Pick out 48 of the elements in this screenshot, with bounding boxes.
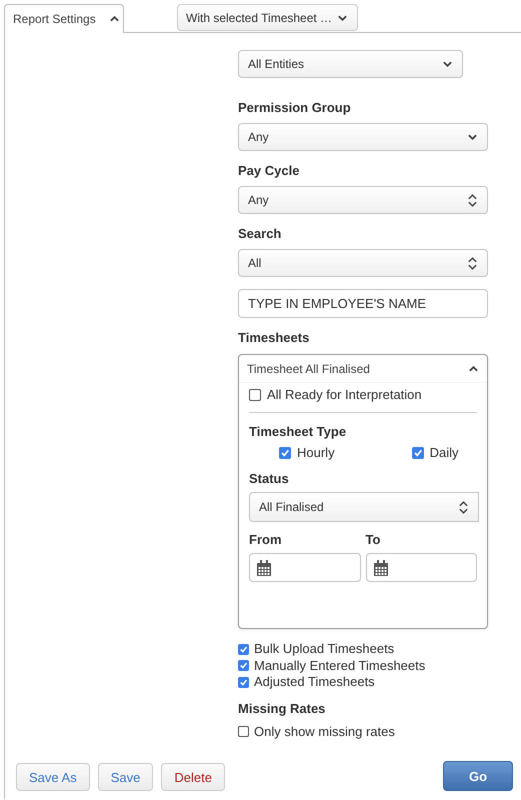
field-label: Missing Rates <box>238 700 326 716</box>
chevron-down-icon <box>443 61 452 67</box>
select-field[interactable]: All <box>238 249 488 277</box>
go-button[interactable]: Go <box>443 761 513 791</box>
checkbox[interactable] <box>238 676 249 688</box>
actions-dropdown[interactable]: With selected Timesheet … <box>177 4 358 31</box>
chevron-up-icon <box>469 366 478 372</box>
action-button[interactable]: Save <box>98 763 154 791</box>
checkbox-label: Hourly <box>297 445 335 461</box>
date-field[interactable] <box>366 553 477 582</box>
select-field[interactable]: Any <box>238 186 488 214</box>
status-select[interactable]: All Finalised <box>249 492 479 522</box>
field-label: From <box>249 532 282 547</box>
checkbox-label: All Ready for Interpretation <box>267 387 422 403</box>
field-label: Timesheet Type <box>249 424 348 439</box>
select-field[interactable]: Any <box>238 123 488 151</box>
action-button[interactable]: Save As <box>16 763 90 791</box>
name-field[interactable]: TYPE IN EMPLOYEE'S NAME <box>238 289 488 318</box>
checkbox[interactable] <box>412 447 424 459</box>
field-label: Status <box>249 471 290 486</box>
action-button[interactable]: Delete <box>161 763 225 791</box>
checkbox-label: Adjusted Timesheets <box>254 674 375 690</box>
field-label: Permission Group <box>238 100 352 115</box>
checkbox[interactable] <box>249 389 261 401</box>
chevron-down-icon <box>338 14 347 20</box>
up-down-arrows-icon <box>468 256 477 270</box>
field-label: Pay Cycle <box>238 163 300 178</box>
checkbox[interactable] <box>238 644 249 655</box>
date-field[interactable] <box>249 553 360 582</box>
field-label: To <box>366 532 382 547</box>
up-down-arrows-icon <box>459 500 468 514</box>
timesheet-dropdown[interactable]: Timesheet All Finalised <box>239 355 487 383</box>
up-down-arrows-icon <box>468 194 477 206</box>
checkbox-label: Only show missing rates <box>254 724 395 740</box>
select-field[interactable]: All Entities <box>238 50 463 78</box>
field-label: Timesheets <box>238 330 310 345</box>
calendar-icon <box>374 560 388 576</box>
checkbox-label: Bulk Upload Timesheets <box>254 641 394 658</box>
chevron-up-icon <box>110 16 119 22</box>
checkbox-label: Manually Entered Timesheets <box>254 658 426 674</box>
checkbox[interactable] <box>279 447 291 459</box>
tab[interactable]: Report Settings <box>4 4 124 33</box>
field-label: Search <box>238 226 282 241</box>
chevron-down-icon <box>468 134 477 140</box>
checkbox-label: Daily <box>430 445 458 461</box>
calendar-icon <box>257 560 271 576</box>
checkbox[interactable] <box>238 660 249 672</box>
checkbox[interactable] <box>238 726 249 737</box>
